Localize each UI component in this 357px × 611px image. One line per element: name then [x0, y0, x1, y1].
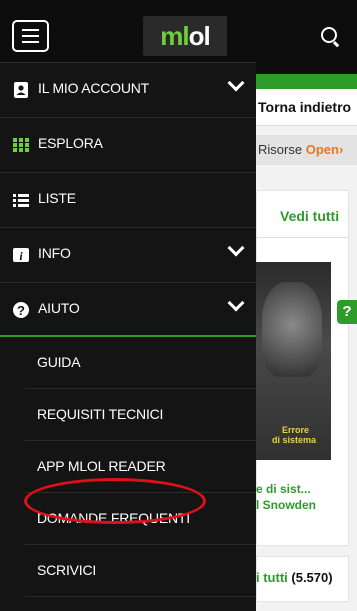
back-link[interactable]: Torna indietro — [256, 89, 357, 126]
help-subitem-tech-requirements[interactable]: REQUISITI TECNICI — [25, 389, 256, 441]
view-all-link[interactable]: Vedi tutti — [280, 208, 339, 224]
list-icon — [13, 194, 29, 207]
menu-item-lists[interactable]: LISTE — [0, 173, 256, 228]
search-icon[interactable] — [321, 27, 337, 43]
menu-item-label: ESPLORA — [38, 135, 103, 151]
navigation-drawer: IL MIO ACCOUNT ESPLORA LISTE i INFO ? AI… — [0, 62, 256, 611]
resources-open-label: Open — [305, 142, 339, 157]
cover-title-1: Errore — [282, 425, 310, 435]
view-all-count: (5.570) — [291, 570, 333, 585]
menu-item-help[interactable]: ? AIUTO — [0, 283, 256, 338]
book-author: l Snowden — [256, 498, 316, 512]
help-icon: ? — [13, 302, 29, 318]
help-badge-icon[interactable]: ? — [337, 300, 357, 324]
faq-highlight-annotation — [24, 478, 206, 524]
menu-item-label: INFO — [38, 245, 71, 261]
divider — [256, 237, 349, 238]
info-icon: i — [13, 248, 29, 263]
book-title[interactable]: e di sist... — [256, 482, 311, 496]
menu-item-info[interactable]: i INFO — [0, 228, 256, 283]
view-all-count-label: i tutti — [256, 570, 288, 585]
grid-icon — [13, 138, 29, 152]
chevron-down-icon — [227, 294, 245, 312]
subitem-label: REQUISITI TECNICI — [37, 406, 164, 422]
hamburger-menu-button[interactable] — [12, 20, 49, 52]
menu-item-account[interactable]: IL MIO ACCOUNT — [0, 63, 256, 118]
menu-item-label: LISTE — [38, 190, 76, 206]
cover-title-2: di sistema — [272, 435, 317, 445]
menu-item-label: AIUTO — [38, 300, 80, 316]
chevron-down-icon — [227, 239, 245, 257]
help-subitem-contact[interactable]: SCRIVICI — [25, 545, 256, 597]
menu-item-explore[interactable]: ESPLORA — [0, 118, 256, 173]
user-icon — [14, 82, 28, 98]
menu-item-label: IL MIO ACCOUNT — [38, 80, 150, 96]
view-all-count-link[interactable]: i tutti (5.570) — [256, 570, 333, 585]
back-link-label: Torna indietro — [258, 99, 352, 115]
subitem-label: GUIDA — [37, 354, 81, 370]
book-cover[interactable]: Errore di sistema — [256, 262, 331, 460]
resources-label: Risorse — [258, 142, 303, 157]
resources-bar[interactable]: Risorse Open› — [256, 135, 357, 165]
chevron-down-icon — [227, 74, 245, 92]
cover-portrait — [262, 282, 322, 377]
svg-text:?: ? — [17, 303, 25, 318]
subitem-label: SCRIVICI — [37, 562, 97, 578]
help-subitem-guide[interactable]: GUIDA — [25, 337, 256, 389]
subitem-label: APP MLOL READER — [37, 458, 166, 474]
logo[interactable]: ml ol — [143, 16, 227, 56]
chevron-right-icon: › — [338, 142, 344, 157]
